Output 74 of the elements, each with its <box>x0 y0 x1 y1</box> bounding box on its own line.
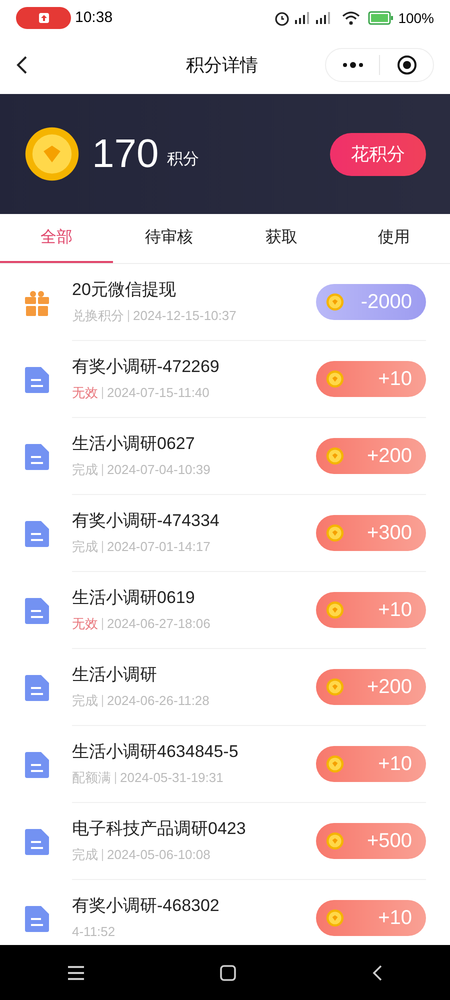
battery-icon <box>368 11 394 25</box>
record-time: 2024-12-15-10:37 <box>133 307 236 326</box>
coin-icon <box>326 601 344 619</box>
coin-icon <box>326 447 344 465</box>
points-amount: +10 <box>377 752 412 777</box>
more-icon <box>342 62 364 68</box>
record-time: 2024-07-04-10:39 <box>107 461 210 480</box>
record-title: 有奖小调研-474334 <box>72 510 220 532</box>
target-icon <box>396 55 416 75</box>
home-icon <box>219 964 237 982</box>
points-unit: 积分 <box>166 150 199 170</box>
document-icon <box>25 906 49 932</box>
gift-icon <box>24 290 50 316</box>
document-icon <box>25 366 49 392</box>
points-balance: 170 <box>92 134 159 174</box>
points-amount: +10 <box>377 906 412 931</box>
record-time: 2024-07-01-14:17 <box>107 538 210 556</box>
menu-icon <box>67 964 85 980</box>
alarm-icon <box>274 10 290 26</box>
record-status: 完成 <box>72 538 98 556</box>
record-time: 2024-06-27-18:06 <box>107 615 210 634</box>
spend-points-button[interactable]: 花积分 <box>330 132 426 176</box>
record-status: 无效 <box>72 384 98 402</box>
points-amount: +200 <box>366 675 412 700</box>
points-amount: +200 <box>366 444 412 469</box>
filter-tab[interactable]: 全部 <box>0 214 112 263</box>
page-title: 积分详情 <box>186 54 258 76</box>
record-time: 2024-07-15-11:40 <box>107 384 210 402</box>
coin-icon <box>326 678 344 696</box>
document-icon <box>25 752 49 778</box>
record-status: 完成 <box>72 692 98 710</box>
record-status: 无效 <box>72 615 98 634</box>
record-status: 完成 <box>72 846 98 864</box>
record-title: 有奖小调研-468302 <box>72 895 220 918</box>
document-icon <box>25 520 49 546</box>
filter-tab[interactable]: 获取 <box>225 214 338 263</box>
record-title: 生活小调研 <box>72 664 158 686</box>
points-amount: -2000 <box>360 290 412 315</box>
record-time: 2024-06-26-11:28 <box>107 692 210 710</box>
points-amount: +10 <box>377 367 412 392</box>
filter-tab[interactable]: 待审核 <box>112 214 225 263</box>
filter-tab[interactable]: 使用 <box>338 214 450 263</box>
coin-icon <box>326 293 344 311</box>
record-status: 配额满 <box>72 769 111 788</box>
wifi-icon <box>342 11 360 25</box>
record-title: 电子科技产品调研0423 <box>72 818 247 840</box>
record-title: 生活小调研0627 <box>72 433 196 456</box>
record-time: 2024-05-06-10:08 <box>107 846 210 864</box>
battery-level: 100% <box>398 8 434 28</box>
record-title: 有奖小调研-472269 <box>72 356 220 378</box>
points-amount: +500 <box>366 829 412 854</box>
document-icon <box>25 828 49 854</box>
document-icon <box>25 598 49 624</box>
back-icon <box>371 964 383 982</box>
coin-icon <box>326 832 344 850</box>
points-amount: +10 <box>377 598 412 623</box>
back-icon <box>16 55 28 75</box>
points-amount: +300 <box>366 521 412 546</box>
clock-time: 10:38 <box>75 8 113 28</box>
coin-icon <box>326 524 344 542</box>
coin-icon <box>24 126 80 182</box>
document-icon <box>25 444 49 470</box>
record-title: 20元微信提现 <box>72 279 177 302</box>
record-status: 完成 <box>72 461 98 480</box>
record-title: 生活小调研4634845-5 <box>72 741 240 764</box>
upload-icon <box>38 12 50 24</box>
record-status: 兑换积分 <box>72 307 124 326</box>
document-icon <box>25 674 49 700</box>
record-title: 生活小调研0619 <box>72 587 196 610</box>
record-time: 2024-05-31-19:31 <box>120 769 224 788</box>
record-time: 4-11:52 <box>72 923 116 942</box>
coin-icon <box>326 755 344 773</box>
coin-icon <box>326 370 344 388</box>
coin-icon <box>326 909 344 927</box>
